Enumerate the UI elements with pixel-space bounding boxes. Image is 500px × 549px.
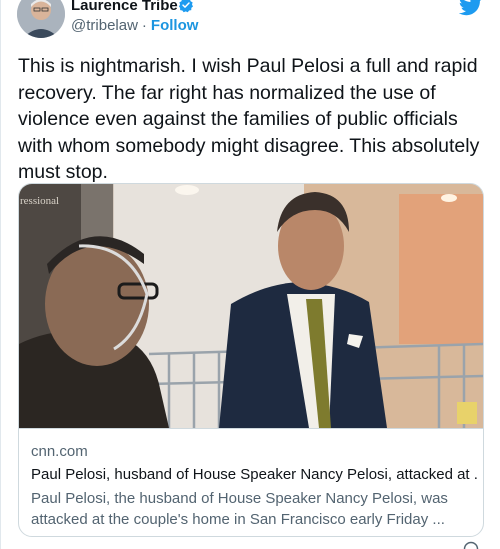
tweet: Laurence Tribe @tribelaw · Follow This is …: [0, 0, 500, 549]
link-card[interactable]: ressional cnn.com Paul Pelosi, husband o…: [18, 183, 484, 537]
card-image-sign: ressional: [20, 195, 59, 207]
display-name[interactable]: Laurence Tribe: [71, 0, 178, 14]
info-icon[interactable]: [463, 541, 479, 549]
avatar[interactable]: [17, 0, 65, 38]
follow-link[interactable]: Follow: [151, 17, 199, 34]
separator-dot: ·: [141, 17, 147, 34]
handle[interactable]: @tribelaw: [71, 17, 138, 34]
handle-row: @tribelaw · Follow: [71, 17, 198, 34]
card-photo: ressional: [19, 184, 483, 428]
card-body[interactable]: cnn.com Paul Pelosi, husband of House Sp…: [19, 428, 483, 536]
twitter-bird-icon[interactable]: [459, 0, 483, 16]
tweet-header: Laurence Tribe @tribelaw · Follow: [1, 0, 500, 44]
avatar-image: [17, 0, 65, 38]
verified-badge-icon: [179, 0, 193, 13]
card-image[interactable]: ressional: [19, 184, 483, 428]
card-title[interactable]: Paul Pelosi, husband of House Speaker Na…: [31, 466, 477, 483]
card-description: Paul Pelosi, the husband of House Speake…: [31, 490, 448, 528]
card-domain: cnn.com: [31, 443, 88, 460]
tweet-text: This is nightmarish. I wish Paul Pelosi …: [18, 55, 480, 183]
